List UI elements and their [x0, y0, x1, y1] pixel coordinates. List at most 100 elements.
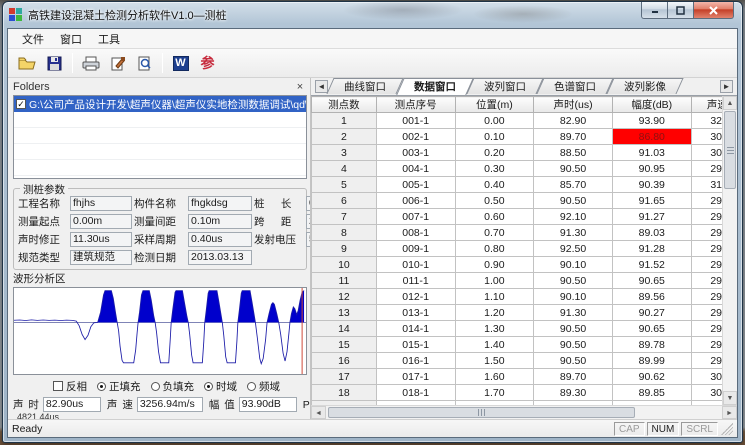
- tab-0[interactable]: 曲线窗口: [330, 78, 400, 94]
- wave-field-value[interactable]: 82.90us: [43, 397, 101, 412]
- data-cell[interactable]: 0.90: [455, 257, 534, 273]
- data-cell[interactable]: 001-1: [376, 113, 455, 129]
- data-cell[interactable]: 91.30: [534, 305, 613, 321]
- table-row[interactable]: 11011-11.0090.5090.652983.431.60: [312, 273, 723, 289]
- data-cell[interactable]: 91.28: [612, 241, 691, 257]
- data-cell[interactable]: 90.95: [612, 161, 691, 177]
- data-cell[interactable]: 90.50: [534, 337, 613, 353]
- data-cell[interactable]: 91.52: [612, 257, 691, 273]
- table-row[interactable]: 1001-10.0082.9093.903256.940.00: [312, 113, 723, 129]
- horizontal-scroll-thumb[interactable]: [328, 407, 635, 418]
- scroll-right-icon[interactable]: ►: [722, 406, 737, 419]
- row-index-cell[interactable]: 4: [312, 161, 377, 177]
- table-row[interactable]: 5005-10.4085.7090.393150.53230.4: [312, 177, 723, 193]
- data-cell[interactable]: 014-1: [376, 321, 455, 337]
- table-row[interactable]: 4004-10.3090.5090.952983.4340.0: [312, 161, 723, 177]
- close-button[interactable]: [693, 2, 734, 19]
- freq-domain-radio[interactable]: 频域: [247, 379, 280, 394]
- data-cell[interactable]: 1.20: [455, 305, 534, 321]
- print-button[interactable]: [77, 51, 104, 75]
- table-row[interactable]: 6006-10.5090.5091.652983.43230.4: [312, 193, 723, 209]
- data-cell[interactable]: 1.60: [455, 369, 534, 385]
- data-cell[interactable]: 90.65: [612, 273, 691, 289]
- table-row[interactable]: 12012-11.1090.1089.562996.671.60: [312, 289, 723, 305]
- table-row[interactable]: 10010-10.9090.1091.522996.6757.6: [312, 257, 723, 273]
- table-row[interactable]: 16016-11.5090.5089.992983.430.00: [312, 353, 723, 369]
- data-cell[interactable]: 0.70: [455, 225, 534, 241]
- tab-2[interactable]: 波列窗口: [470, 78, 540, 94]
- time-domain-radio[interactable]: 时域: [204, 379, 237, 394]
- param-value[interactable]: 0.00m: [306, 196, 310, 211]
- data-cell[interactable]: 0.60: [455, 209, 534, 225]
- tab-1[interactable]: 数据窗口: [400, 78, 470, 95]
- row-index-cell[interactable]: 16: [312, 353, 377, 369]
- tab-scroll-left-icon[interactable]: ◄: [315, 80, 328, 93]
- scroll-up-icon[interactable]: ▲: [723, 96, 737, 110]
- radio-icon[interactable]: [204, 382, 213, 391]
- data-cell[interactable]: 89.99: [612, 353, 691, 369]
- print-preview-button[interactable]: [131, 51, 158, 75]
- folders-list[interactable]: ✓ G:\公司产品设计开发\超声仪器\超声仪实地检测数据调试\qd\qd03\q…: [13, 95, 307, 179]
- data-cell[interactable]: 3010.03: [691, 129, 722, 145]
- print-setup-button[interactable]: [104, 51, 131, 75]
- data-cell[interactable]: 90.27: [612, 305, 691, 321]
- folders-close-icon[interactable]: ×: [293, 81, 307, 93]
- data-cell[interactable]: 90.50: [534, 273, 613, 289]
- data-cell[interactable]: 0.20: [455, 145, 534, 161]
- data-cell[interactable]: 004-1: [376, 161, 455, 177]
- data-cell[interactable]: 3023.52: [691, 385, 722, 401]
- data-cell[interactable]: 91.27: [612, 209, 691, 225]
- param-value[interactable]: fhgkdsg: [188, 196, 252, 211]
- row-index-cell[interactable]: 6: [312, 193, 377, 209]
- data-cell[interactable]: 89.70: [534, 369, 613, 385]
- data-cell[interactable]: 2918.92: [691, 241, 722, 257]
- data-cell[interactable]: 003-1: [376, 145, 455, 161]
- table-row[interactable]: 14014-11.3090.5090.652983.436.40: [312, 321, 723, 337]
- param-value[interactable]: 建筑规范: [70, 250, 132, 265]
- data-cell[interactable]: 017-1: [376, 369, 455, 385]
- row-index-cell[interactable]: 15: [312, 337, 377, 353]
- data-cell[interactable]: 3150.53: [691, 177, 722, 193]
- row-index-cell[interactable]: 5: [312, 177, 377, 193]
- scroll-down-icon[interactable]: ▼: [723, 391, 737, 405]
- param-value[interactable]: fhjhs: [70, 196, 132, 211]
- data-cell[interactable]: 89.03: [612, 225, 691, 241]
- data-cell[interactable]: 1.30: [455, 321, 534, 337]
- radio-icon[interactable]: [247, 382, 256, 391]
- radio-icon[interactable]: [151, 382, 160, 391]
- data-cell[interactable]: 0.30: [455, 161, 534, 177]
- vertical-scroll-thumb[interactable]: [724, 111, 736, 189]
- data-cell[interactable]: 010-1: [376, 257, 455, 273]
- data-cell[interactable]: 90.50: [534, 321, 613, 337]
- list-item[interactable]: ✓ G:\公司产品设计开发\超声仪器\超声仪实地检测数据调试\qd\qd03\q…: [14, 96, 306, 112]
- data-cell[interactable]: 0.40: [455, 177, 534, 193]
- data-cell[interactable]: 90.39: [612, 177, 691, 193]
- data-cell[interactable]: 89.85: [612, 385, 691, 401]
- row-index-cell[interactable]: 11: [312, 273, 377, 289]
- row-index-cell[interactable]: 18: [312, 385, 377, 401]
- data-cell[interactable]: 009-1: [376, 241, 455, 257]
- row-index-cell[interactable]: 7: [312, 209, 377, 225]
- minimize-button[interactable]: [641, 2, 668, 19]
- table-row[interactable]: 18018-11.7089.3089.853023.521.60: [312, 385, 723, 401]
- vertical-scrollbar[interactable]: ▲ ▼: [722, 96, 737, 405]
- data-cell[interactable]: 89.30: [534, 385, 613, 401]
- param-value[interactable]: 11.30us: [70, 232, 132, 247]
- row-index-cell[interactable]: 9: [312, 241, 377, 257]
- data-cell[interactable]: 018-1: [376, 385, 455, 401]
- data-cell[interactable]: 0.10: [455, 129, 534, 145]
- table-row[interactable]: 3003-10.2088.5091.033050.8514.4: [312, 145, 723, 161]
- resize-grip[interactable]: [721, 423, 733, 435]
- data-cell[interactable]: 2983.43: [691, 353, 722, 369]
- data-cell[interactable]: 1.50: [455, 353, 534, 369]
- row-index-cell[interactable]: 17: [312, 369, 377, 385]
- data-cell[interactable]: 2983.43: [691, 337, 722, 353]
- checkbox-icon[interactable]: [53, 381, 63, 391]
- horizontal-scrollbar[interactable]: ◄ ►: [311, 405, 737, 419]
- row-index-cell[interactable]: 2: [312, 129, 377, 145]
- column-header[interactable]: 声时(us): [534, 97, 613, 113]
- menu-item-0[interactable]: 文件: [14, 29, 52, 49]
- maximize-button[interactable]: [667, 2, 694, 19]
- menu-item-2[interactable]: 工具: [90, 29, 128, 49]
- param-value[interactable]: 500V: [306, 232, 310, 247]
